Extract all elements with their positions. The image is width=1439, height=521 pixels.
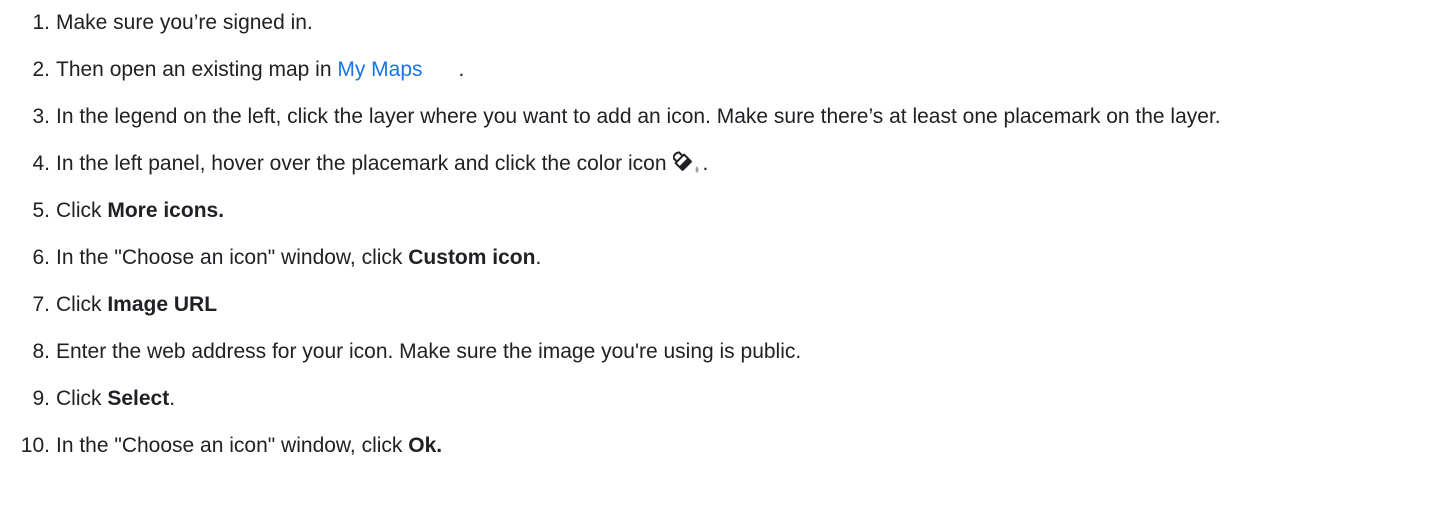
more-icons-label: More icons. [107, 199, 225, 222]
my-maps-link[interactable]: My Maps [337, 58, 422, 81]
step-number: 4. [32, 152, 50, 175]
step-5: 5. Click More icons. [0, 195, 1439, 227]
step-text: Click [56, 199, 108, 222]
select-label: Select [107, 387, 170, 410]
step-8: 8. Enter the web address for your icon. M… [0, 336, 1439, 368]
step-text: Make sure you’re signed in. [56, 11, 313, 34]
step-text: Enter the web address for your icon. Mak… [56, 340, 802, 363]
step-2: 2. Then open an existing map in My Maps. [0, 54, 1439, 86]
step-text: Click [56, 293, 108, 316]
paint-bucket-icon [671, 150, 703, 176]
step-9: 9. Click Select. [0, 383, 1439, 415]
step-text-end: . [535, 246, 542, 269]
instruction-steps-list: 1. Make sure you’re signed in. 2. Then ope… [0, 7, 1439, 462]
step-4: 4. In the left panel, hover over the plac… [0, 148, 1439, 180]
step-number: 9. [32, 387, 50, 410]
step-10: 10. In the "Choose an icon" window, click… [0, 430, 1439, 462]
image-url-label: Image URL [107, 293, 218, 316]
step-number: 5. [32, 199, 50, 222]
step-7: 7. Click Image URL [0, 289, 1439, 321]
step-text: Click [56, 387, 108, 410]
step-text: In the legend on the left, click the lay… [56, 105, 1221, 128]
step-number: 3. [32, 105, 50, 128]
step-3: 3. In the legend on the left, click the l… [0, 101, 1439, 133]
step-text: In the left panel, hover over the placem… [56, 152, 667, 175]
step-text-end: . [458, 58, 465, 81]
step-number: 10. [20, 434, 50, 457]
custom-icon-label: Custom icon [408, 246, 536, 269]
step-number: 8. [32, 340, 50, 363]
step-1: 1. Make sure you’re signed in. [0, 7, 1439, 39]
step-number: 6. [32, 246, 50, 269]
step-text: Then open an existing map in [56, 58, 338, 81]
step-text: In the "Choose an icon" window, click [56, 434, 409, 457]
step-text-end: . [702, 152, 709, 175]
step-text-end: . [169, 387, 176, 410]
step-number: 2. [32, 58, 50, 81]
step-text: In the "Choose an icon" window, click [56, 246, 409, 269]
step-number: 1. [32, 11, 50, 34]
step-number: 7. [32, 293, 50, 316]
step-6: 6. In the "Choose an icon" window, click … [0, 242, 1439, 274]
ok-label: Ok. [408, 434, 443, 457]
